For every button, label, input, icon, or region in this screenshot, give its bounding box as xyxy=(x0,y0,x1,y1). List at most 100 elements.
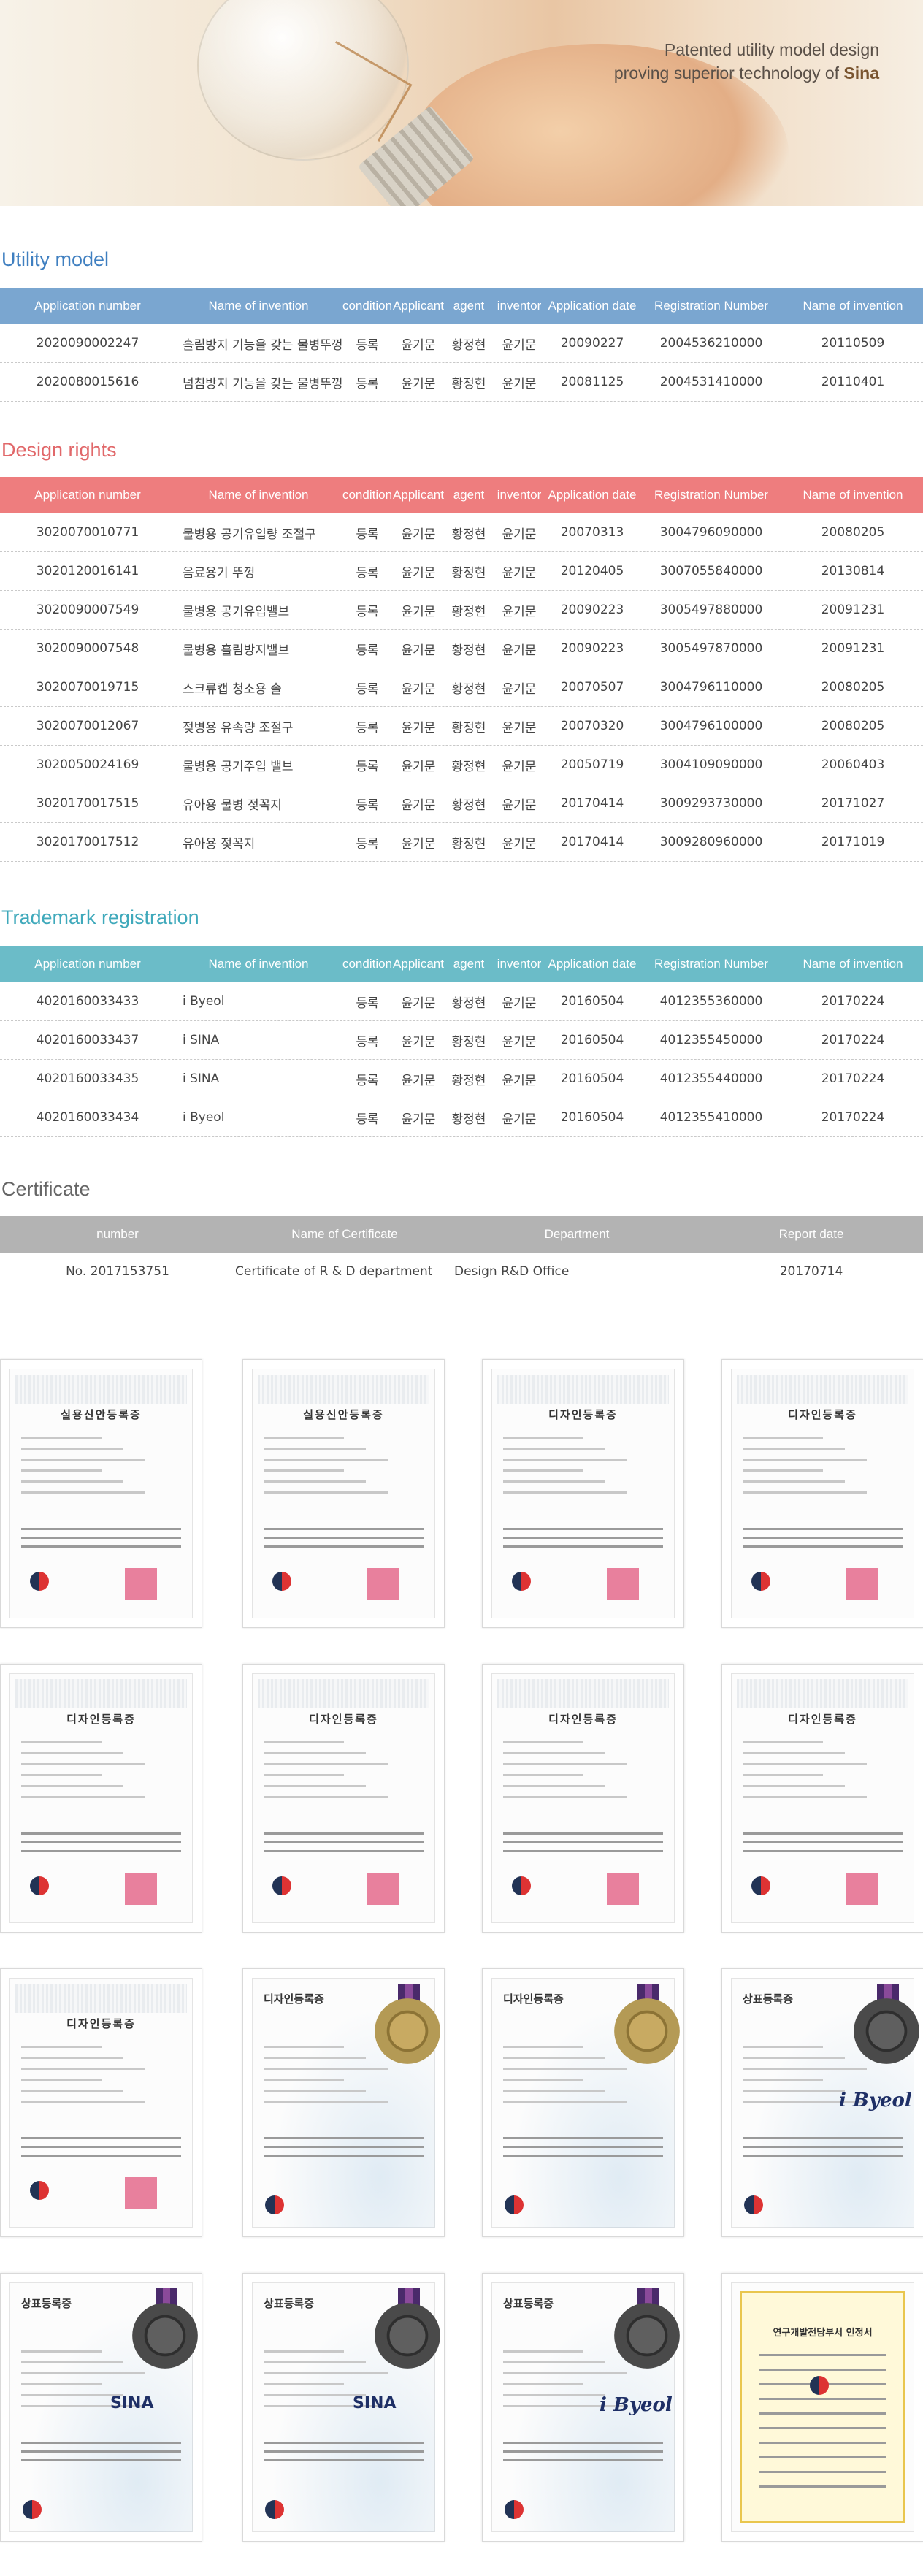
official-stamp xyxy=(846,1568,878,1600)
field-line xyxy=(743,1785,845,1787)
field-line xyxy=(21,2079,102,2081)
field-line xyxy=(21,1741,102,1743)
text-line xyxy=(759,2471,886,2473)
hero-caption: Patented utility model design proving su… xyxy=(614,38,879,85)
cell-registration-number: 4012355360000 xyxy=(659,994,763,1009)
section-title-design: Design rights xyxy=(1,439,117,461)
certificate-image[interactable]: 디자인등록증 xyxy=(482,1359,684,1628)
certificate-image[interactable]: 상표등록증 SINA xyxy=(0,2273,202,2542)
official-stamp xyxy=(367,1568,399,1600)
emblem-icon xyxy=(23,2500,42,2519)
certificate-image[interactable]: 디자인등록증 xyxy=(482,1968,684,2237)
cell-condition: 등록 xyxy=(356,565,379,581)
cell-application-date: 20081125 xyxy=(560,375,624,389)
text-line xyxy=(264,1545,424,1548)
emblem-icon xyxy=(272,1876,291,1895)
certificate-image[interactable]: 연구개발전담부서 인정서 xyxy=(721,2273,923,2542)
cell-agent: 황정현 xyxy=(451,604,486,619)
text-line xyxy=(21,2450,181,2453)
field-line xyxy=(264,1448,366,1450)
certificate-title: 디자인등록증 xyxy=(66,1713,136,1726)
field-line xyxy=(21,1448,123,1450)
cell-inventor: 윤기문 xyxy=(502,995,537,1011)
certificate-title: 디자인등록증 xyxy=(548,1408,618,1421)
hero-brand: Sina xyxy=(843,64,879,83)
cell-agent: 황정현 xyxy=(451,337,486,353)
table-header: Application number Name of invention condi… xyxy=(0,477,923,513)
certificate-image[interactable]: 디자인등록증 xyxy=(242,1968,445,2237)
cell-invention-name: 물병용 공기유입량 조절구 xyxy=(183,527,316,542)
emblem-icon xyxy=(505,2500,524,2519)
cell-registration-number: 3009280960000 xyxy=(659,835,763,849)
certificate-header-band xyxy=(15,1984,187,2013)
cell-application-number: 3020070010771 xyxy=(36,525,139,540)
cell-registration-number: 3007055840000 xyxy=(659,564,763,578)
page: Patented utility model design proving su… xyxy=(0,0,923,2576)
table-row: 3020090007549 물병용 공기유입밸브 등록 윤기문 황정현 윤기문 200902… xyxy=(0,591,923,630)
cell-application-number: 4020160033437 xyxy=(36,1033,139,1047)
emblem-icon xyxy=(744,2195,763,2214)
cell-application-number: 4020160033433 xyxy=(36,994,139,1009)
certificate-image[interactable]: 디자인등록증 xyxy=(0,1664,202,1933)
certificate-image[interactable]: 실용신안등록증 xyxy=(242,1359,445,1628)
text-line xyxy=(21,2146,181,2148)
cell-agent: 황정현 xyxy=(451,995,486,1011)
table-row: 4020160033437 i SINA 등록 윤기문 황정현 윤기문 20160504 40… xyxy=(0,1021,923,1060)
field-line xyxy=(264,2057,366,2059)
section-title-trademark: Trademark registration xyxy=(1,906,199,928)
cell-invention-name: 음료용기 뚜껑 xyxy=(183,565,256,581)
emblem-icon xyxy=(505,2195,524,2214)
field-line xyxy=(743,1741,823,1743)
certificate-title: 실용신안등록증 xyxy=(303,1408,384,1421)
field-line xyxy=(21,1459,145,1461)
text-line xyxy=(759,2485,886,2488)
cell-application-date: 20120405 xyxy=(560,564,624,578)
certificate-header-band xyxy=(258,1679,429,1708)
field-line xyxy=(743,1796,867,1798)
official-stamp xyxy=(125,1568,157,1600)
certificate-image[interactable]: 디자인등록증 xyxy=(242,1664,445,1933)
emblem-icon xyxy=(30,1876,49,1895)
text-line xyxy=(264,1850,424,1852)
section-title-utility: Utility model xyxy=(1,248,110,270)
text-line xyxy=(759,2442,886,2444)
hero-line-1: Patented utility model design xyxy=(664,40,879,59)
certificate-image[interactable]: 디자인등록증 xyxy=(721,1664,923,1933)
certificate-header-band xyxy=(737,1375,908,1404)
cell-registration-number: 4012355410000 xyxy=(659,1110,763,1125)
certificate-title: 실용신안등록증 xyxy=(61,1408,142,1421)
cell-registration-date: 20080205 xyxy=(821,719,885,733)
certificate-image[interactable]: 디자인등록증 xyxy=(482,1664,684,1933)
cell-applicant: 윤기문 xyxy=(401,836,436,852)
official-stamp xyxy=(367,1873,399,1905)
text-line xyxy=(21,1841,181,1843)
certificate-image[interactable]: 실용신안등록증 xyxy=(0,1359,202,1628)
cell-registration-number: 3004796100000 xyxy=(659,719,763,733)
header-registration-number: Registration Number xyxy=(654,488,768,502)
cell-registration-number: 3004109090000 xyxy=(659,757,763,772)
certificate-title: 디자인등록증 xyxy=(788,1713,857,1726)
field-line xyxy=(503,1741,583,1743)
cell-inventor: 윤기문 xyxy=(502,836,537,852)
certificate-image[interactable]: 디자인등록증 xyxy=(721,1359,923,1628)
text-line xyxy=(264,1841,424,1843)
field-line xyxy=(503,1796,627,1798)
cell-inventor: 윤기문 xyxy=(502,604,537,619)
certificate-image[interactable]: 상표등록증 i Byeol xyxy=(482,2273,684,2542)
header-inventor: inventor xyxy=(497,299,542,313)
certificate-image[interactable]: 상표등록증 SINA xyxy=(242,2273,445,2542)
cell-registration-number: 3004796110000 xyxy=(659,680,763,695)
cell-registration-date: 20170224 xyxy=(821,994,885,1009)
field-line xyxy=(743,1459,867,1461)
text-line xyxy=(21,2137,181,2139)
text-line xyxy=(503,2442,663,2444)
certificate-image[interactable]: 디자인등록증 xyxy=(0,1968,202,2237)
cell-inventor: 윤기문 xyxy=(502,798,537,813)
cell-condition: 등록 xyxy=(356,527,379,542)
certificate-image[interactable]: 상표등록증 i Byeol xyxy=(721,1968,923,2237)
field-line xyxy=(21,2057,123,2059)
field-line xyxy=(503,2057,605,2059)
seal-icon xyxy=(614,1998,680,2064)
cell-registration-date: 20170224 xyxy=(821,1071,885,1086)
table-row: 4020160033435 i SINA 등록 윤기문 황정현 윤기문 20160504 40… xyxy=(0,1060,923,1098)
